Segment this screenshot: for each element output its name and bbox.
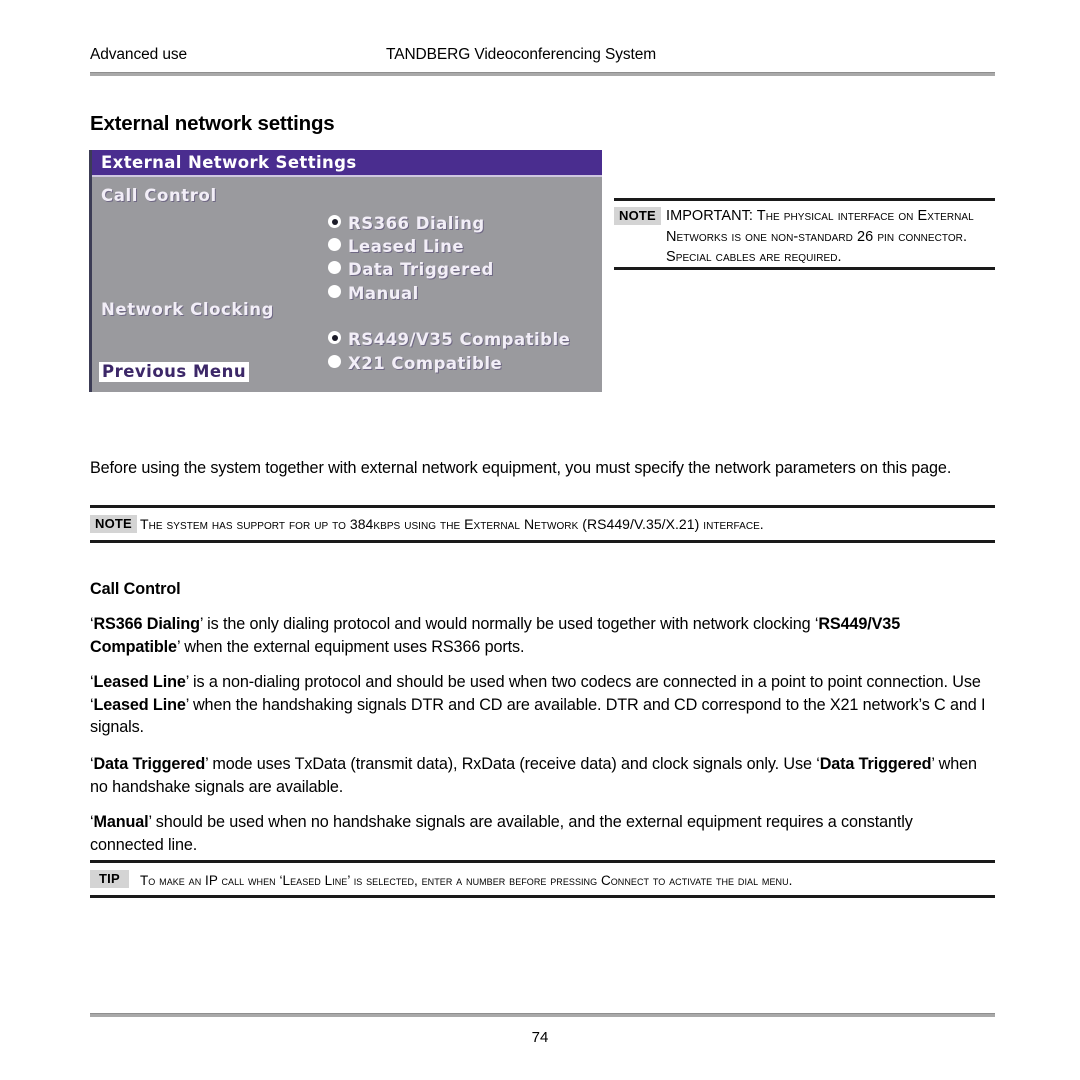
note-text: The system has support for up to 384kbps… xyxy=(140,516,764,532)
osd-option-label: Leased Line xyxy=(348,237,465,256)
paragraph-manual: ‘Manual’ should be used when no handshak… xyxy=(90,813,913,854)
radio-selected-icon xyxy=(328,331,341,344)
footer-rule xyxy=(90,1013,995,1017)
note-callout-bandwidth: NOTE The system has support for up to 38… xyxy=(90,505,995,543)
radio-unselected-icon xyxy=(328,261,341,274)
document-page: Advanced use TANDBERG Videoconferencing … xyxy=(0,0,1080,1080)
osd-group-label-call-control: Call Control xyxy=(101,186,217,205)
radio-selected-icon xyxy=(328,215,341,228)
note-tag: NOTE xyxy=(90,515,137,534)
osd-option-label: X21 Compatible xyxy=(348,354,503,373)
osd-option-data-triggered[interactable]: Data Triggered xyxy=(328,260,494,284)
page-title: External network settings xyxy=(90,111,335,135)
tip-tag: TIP xyxy=(90,870,129,889)
tip-text: To make an IP call when ‘Leased Line’ is… xyxy=(140,873,793,888)
paragraph-data-triggered: ‘Data Triggered’ mode uses TxData (trans… xyxy=(90,755,977,796)
osd-option-rs366-dialing[interactable]: RS366 Dialing xyxy=(328,214,485,238)
osd-option-rs449-v35-compatible[interactable]: RS449/V35 Compatible xyxy=(328,330,570,354)
osd-option-label: Manual xyxy=(348,284,419,303)
section-heading-call-control: Call Control xyxy=(90,580,181,599)
osd-option-label: Data Triggered xyxy=(348,260,494,279)
osd-previous-menu-button[interactable]: Previous Menu xyxy=(99,362,250,382)
osd-menu-title: External Network Settings xyxy=(101,153,357,172)
header-section-label: Advanced use xyxy=(90,46,188,63)
page-number: 74 xyxy=(531,1029,549,1046)
osd-option-label: RS366 Dialing xyxy=(348,214,485,233)
radio-unselected-icon xyxy=(328,355,341,368)
osd-option-label: RS449/V35 Compatible xyxy=(348,330,571,349)
osd-option-x21-compatible[interactable]: X21 Compatible xyxy=(328,354,502,378)
tip-callout-ip-call: TIP To make an IP call when ‘Leased Line… xyxy=(90,860,995,898)
note-callout-physical-interface: NOTE IMPORTANT: The physical interface o… xyxy=(614,198,995,270)
header-rule xyxy=(90,72,995,76)
intro-paragraph: Before using the system together with ex… xyxy=(90,459,952,478)
osd-group-label-network-clocking: Network Clocking xyxy=(101,300,274,319)
note-text: IMPORTANT: The physical interface on Ext… xyxy=(666,208,974,266)
header-product-label: TANDBERG Videoconferencing System xyxy=(386,46,657,63)
paragraph-rs366-dialing: ‘RS366 Dialing’ is the only dialing prot… xyxy=(90,615,901,656)
osd-option-leased-line[interactable]: Leased Line xyxy=(328,237,464,261)
osd-menu-figure: External Network Settings Call Control R… xyxy=(89,150,602,392)
osd-option-manual[interactable]: Manual xyxy=(328,284,419,308)
paragraph-leased-line: ‘Leased Line’ is a non-dialing protocol … xyxy=(90,673,986,737)
running-header: Advanced use TANDBERG Videoconferencing … xyxy=(90,46,995,70)
note-tag: NOTE xyxy=(614,207,661,226)
radio-unselected-icon xyxy=(328,285,341,298)
radio-unselected-icon xyxy=(328,238,341,251)
